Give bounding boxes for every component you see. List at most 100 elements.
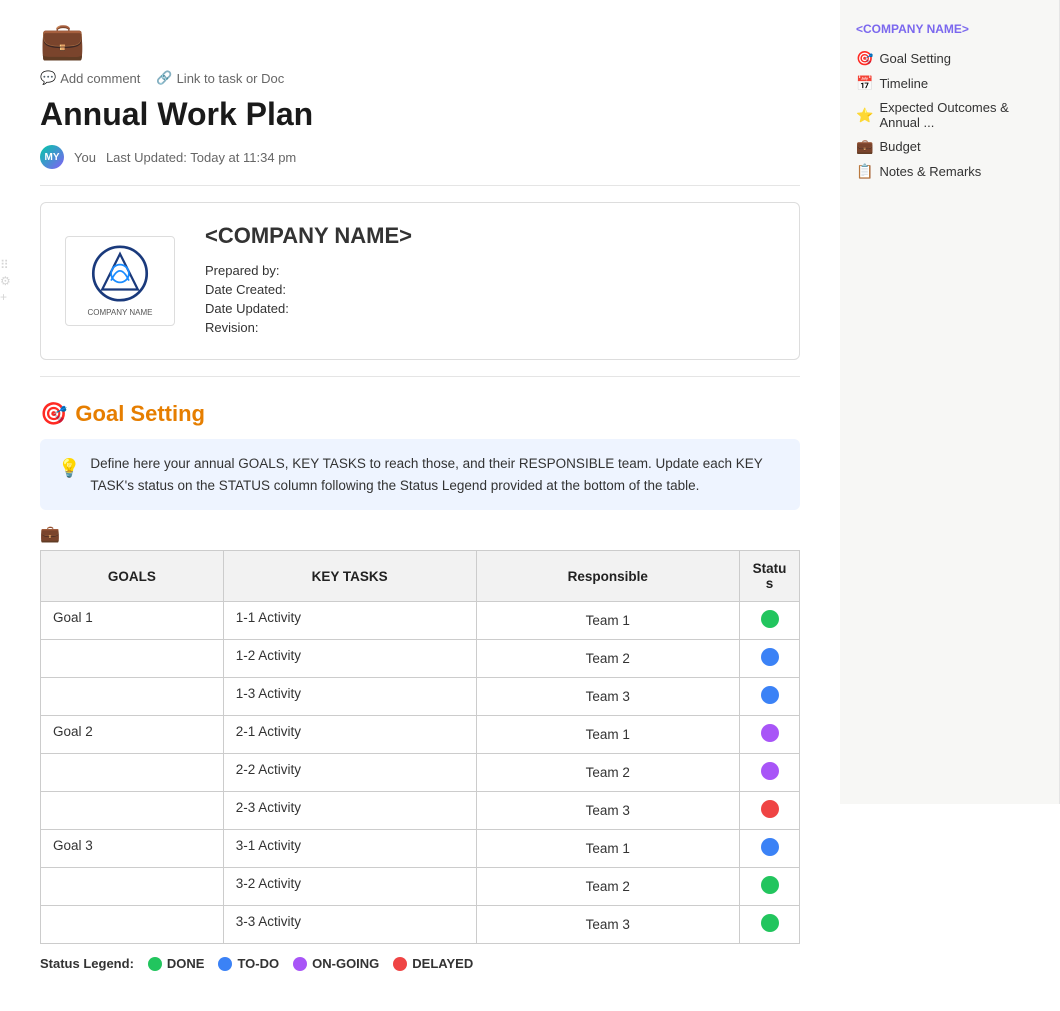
table-row: Goal 33-1 ActivityTeam 1 [41, 830, 800, 868]
task-cell: 1-3 Activity [223, 678, 476, 716]
bulb-icon: 💡 [58, 454, 80, 496]
goal-emoji: 🎯 [40, 401, 67, 427]
sidebar-item-label: Timeline [879, 76, 928, 91]
status-dot [761, 838, 779, 856]
goal-table: GOALSKEY TASKSResponsibleStatusGoal 11-1… [40, 550, 800, 944]
legend-item-label: TO-DO [237, 956, 279, 971]
goal-cell [41, 640, 224, 678]
goal-cell [41, 868, 224, 906]
company-info: <COMPANY NAME> Prepared by: Date Created… [205, 223, 775, 339]
task-cell: 2-1 Activity [223, 716, 476, 754]
settings-icon[interactable]: ⚙ [0, 274, 11, 288]
responsible-cell: Team 2 [476, 868, 739, 906]
legend-dot [293, 957, 307, 971]
sidebar: <COMPANY NAME> 🎯Goal Setting📅Timeline⭐Ex… [840, 0, 1060, 804]
task-cell: 1-2 Activity [223, 640, 476, 678]
goal-cell [41, 754, 224, 792]
status-cell [740, 640, 800, 678]
sidebar-item[interactable]: 📋Notes & Remarks [840, 159, 1059, 184]
sidebar-item-emoji: ⭐ [856, 107, 873, 124]
status-dot [761, 686, 779, 704]
responsible-cell: Team 3 [476, 906, 739, 944]
prepared-by-row: Prepared by: [205, 263, 775, 278]
doc-actions: 💬 Add comment 🔗 Link to task or Doc [40, 70, 800, 86]
status-legend: Status Legend: DONE TO-DO ON-GOING DELAYED [40, 956, 800, 971]
company-card-block: ⠿ ⚙ + COMPANY NAME <COMPANY NAME> Prepar… [40, 202, 800, 360]
status-cell [740, 716, 800, 754]
status-cell [740, 678, 800, 716]
date-updated-row: Date Updated: [205, 301, 775, 316]
table-row: 3-2 ActivityTeam 2 [41, 868, 800, 906]
info-text: Define here your annual GOALS, KEY TASKS… [90, 453, 782, 496]
sidebar-item[interactable]: 📅Timeline [840, 71, 1059, 96]
add-block-icon[interactable]: + [0, 290, 11, 304]
author-name: You [74, 150, 96, 165]
revision-row: Revision: [205, 320, 775, 335]
table-row: 2-3 ActivityTeam 3 [41, 792, 800, 830]
legend-item-label: DONE [167, 956, 205, 971]
goal-cell [41, 678, 224, 716]
table-header-goals: GOALS [41, 551, 224, 602]
info-box: 💡 Define here your annual GOALS, KEY TAS… [40, 439, 800, 510]
legend-dot [393, 957, 407, 971]
table-row: 1-2 ActivityTeam 2 [41, 640, 800, 678]
responsible-cell: Team 2 [476, 640, 739, 678]
sidebar-item-label: Goal Setting [879, 51, 951, 66]
table-row: 3-3 ActivityTeam 3 [41, 906, 800, 944]
status-cell [740, 754, 800, 792]
add-comment-button[interactable]: 💬 Add comment [40, 70, 140, 86]
table-toolbar: 💼 [40, 524, 800, 544]
link-task-button[interactable]: 🔗 Link to task or Doc [156, 70, 284, 86]
legend-item-label: ON-GOING [312, 956, 379, 971]
status-cell [740, 906, 800, 944]
company-card: COMPANY NAME <COMPANY NAME> Prepared by:… [40, 202, 800, 360]
legend-item: ON-GOING [293, 956, 379, 971]
company-name-display: <COMPANY NAME> [205, 223, 775, 249]
doc-icon: 💼 [40, 20, 800, 62]
responsible-cell: Team 2 [476, 754, 739, 792]
table-row: Goal 11-1 ActivityTeam 1 [41, 602, 800, 640]
responsible-cell: Team 3 [476, 792, 739, 830]
drag-handle-icon[interactable]: ⠿ [0, 258, 11, 272]
task-cell: 1-1 Activity [223, 602, 476, 640]
table-header-key-tasks: KEY TASKS [223, 551, 476, 602]
avatar: MY [40, 145, 64, 169]
responsible-cell: Team 1 [476, 830, 739, 868]
task-cell: 3-1 Activity [223, 830, 476, 868]
doc-meta: MY You Last Updated: Today at 11:34 pm [40, 145, 800, 169]
status-dot [761, 610, 779, 628]
table-header-status: Status [740, 551, 800, 602]
goal-cell [41, 906, 224, 944]
task-cell: 3-2 Activity [223, 868, 476, 906]
last-updated: Last Updated: Today at 11:34 pm [106, 150, 296, 165]
legend-dot [218, 957, 232, 971]
status-dot [761, 800, 779, 818]
sidebar-item[interactable]: 🎯Goal Setting [840, 46, 1059, 71]
sidebar-item-label: Budget [879, 139, 920, 154]
responsible-cell: Team 3 [476, 678, 739, 716]
legend-item: DELAYED [393, 956, 473, 971]
comment-icon: 💬 [40, 70, 56, 86]
status-cell [740, 602, 800, 640]
status-cell [740, 792, 800, 830]
divider-1 [40, 185, 800, 186]
date-created-row: Date Created: [205, 282, 775, 297]
table-row: Goal 22-1 ActivityTeam 1 [41, 716, 800, 754]
sidebar-item-label: Notes & Remarks [879, 164, 981, 179]
legend-item-label: DELAYED [412, 956, 473, 971]
responsible-cell: Team 1 [476, 602, 739, 640]
sidebar-item[interactable]: 💼Budget [840, 134, 1059, 159]
sidebar-item[interactable]: ⭐Expected Outcomes & Annual ... [840, 96, 1059, 134]
status-cell [740, 830, 800, 868]
divider-2 [40, 376, 800, 377]
status-dot [761, 648, 779, 666]
goal-cell [41, 792, 224, 830]
goal-setting-heading: 🎯 Goal Setting [40, 401, 800, 427]
table-row: 2-2 ActivityTeam 2 [41, 754, 800, 792]
goal-cell: Goal 3 [41, 830, 224, 868]
table-row: 1-3 ActivityTeam 3 [41, 678, 800, 716]
table-icon: 💼 [40, 524, 60, 544]
main-content: 💼 💬 Add comment 🔗 Link to task or Doc An… [0, 0, 840, 1011]
legend-label: Status Legend: [40, 956, 134, 971]
company-logo: COMPANY NAME [65, 236, 175, 326]
